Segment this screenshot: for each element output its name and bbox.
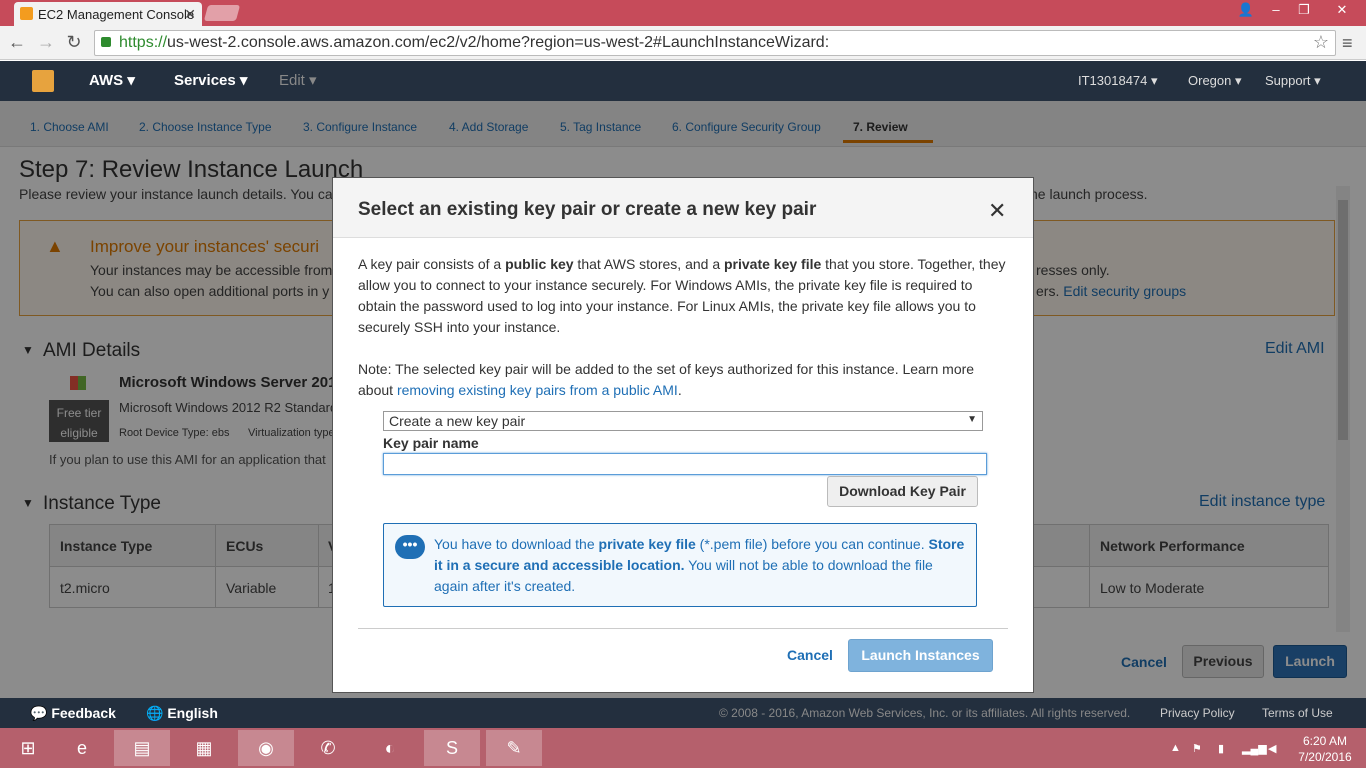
- aws-menu[interactable]: AWS ▾: [89, 61, 135, 101]
- browser-menu-icon[interactable]: ≡: [1342, 33, 1353, 54]
- lock-icon: [101, 37, 111, 47]
- firefox-icon[interactable]: ◐: [362, 730, 418, 766]
- new-tab-button[interactable]: [203, 5, 241, 21]
- chat-bubble-icon: 💬: [30, 705, 48, 721]
- minimize-icon[interactable]: –: [1262, 0, 1290, 20]
- key-pair-explanation: A key pair consists of a public key that…: [358, 256, 1006, 335]
- user-icon[interactable]: 👤: [1232, 0, 1260, 20]
- globe-icon: 🌐: [146, 705, 164, 721]
- forward-icon[interactable]: →: [36, 32, 56, 53]
- copyright: © 2008 - 2016, Amazon Web Services, Inc.…: [719, 706, 1131, 720]
- store-icon[interactable]: ▦: [176, 730, 232, 766]
- download-key-pair-button[interactable]: Download Key Pair: [827, 476, 978, 507]
- paint-icon[interactable]: ✎: [486, 730, 542, 766]
- aws-logo-icon[interactable]: [32, 70, 54, 92]
- volume-icon[interactable]: ◀: [1268, 742, 1276, 755]
- address-bar[interactable]: https://us-west-2.console.aws.amazon.com…: [94, 30, 1336, 56]
- windows-start-icon[interactable]: ⊞: [0, 730, 56, 766]
- launch-instances-button[interactable]: Launch Instances: [848, 639, 993, 672]
- taskbar-clock[interactable]: 6:20 AM 7/20/2016: [1290, 733, 1360, 765]
- close-dialog-icon[interactable]: ✕: [988, 198, 1006, 224]
- tray-expand-icon[interactable]: ▲: [1170, 742, 1181, 754]
- signal-icon[interactable]: ▂▄▆: [1242, 742, 1267, 755]
- dialog-divider: [358, 628, 1008, 629]
- key-pair-name-input[interactable]: [383, 453, 987, 475]
- feedback-button[interactable]: 💬 Feedback: [30, 705, 116, 722]
- info-speech-bubble-icon: •••: [395, 535, 425, 559]
- network-icon[interactable]: ▮: [1218, 742, 1224, 755]
- removing-key-pairs-link[interactable]: removing existing key pairs from a publi…: [397, 382, 678, 398]
- close-tab-icon[interactable]: ✕: [184, 6, 196, 23]
- internet-explorer-icon[interactable]: e: [54, 730, 110, 766]
- support-menu[interactable]: Support ▾: [1265, 61, 1321, 101]
- reload-icon[interactable]: ↻: [64, 32, 84, 53]
- privacy-policy-link[interactable]: Privacy Policy: [1160, 706, 1235, 720]
- file-explorer-icon[interactable]: ▤: [114, 730, 170, 766]
- services-menu[interactable]: Services ▾: [174, 61, 247, 101]
- viber-icon[interactable]: ✆: [300, 730, 356, 766]
- back-icon[interactable]: ←: [7, 32, 27, 53]
- edit-menu[interactable]: Edit ▾: [279, 61, 317, 101]
- key-pair-note: Note: The selected key pair will be adde…: [358, 361, 975, 398]
- url-text: https://us-west-2.console.aws.amazon.com…: [119, 34, 830, 51]
- terms-of-use-link[interactable]: Terms of Use: [1262, 706, 1333, 720]
- download-info-text: You have to download the private key fil…: [434, 536, 965, 594]
- region-menu[interactable]: Oregon ▾: [1188, 61, 1242, 101]
- skype-icon[interactable]: S: [424, 730, 480, 766]
- tab-title: EC2 Management Console: [38, 7, 195, 22]
- dialog-cancel-link[interactable]: Cancel: [787, 647, 833, 663]
- aws-favicon-icon: [20, 7, 33, 20]
- restore-icon[interactable]: ❐: [1290, 0, 1318, 20]
- dropdown-arrow-icon: ▼: [967, 414, 977, 425]
- bookmark-star-icon[interactable]: ☆: [1313, 32, 1329, 53]
- key-pair-name-label: Key pair name: [383, 435, 479, 451]
- close-window-icon[interactable]: ✕: [1328, 0, 1356, 20]
- dialog-title: Select an existing key pair or create a …: [358, 199, 817, 220]
- browser-tab[interactable]: EC2 Management Console ✕: [14, 2, 202, 26]
- action-center-icon[interactable]: ⚑: [1192, 742, 1202, 755]
- account-menu[interactable]: IT13018474 ▾: [1078, 61, 1158, 101]
- key-pair-option-select[interactable]: Create a new key pair ▼: [383, 411, 983, 431]
- chrome-icon[interactable]: ◉: [238, 730, 294, 766]
- language-button[interactable]: 🌐 English: [146, 705, 218, 722]
